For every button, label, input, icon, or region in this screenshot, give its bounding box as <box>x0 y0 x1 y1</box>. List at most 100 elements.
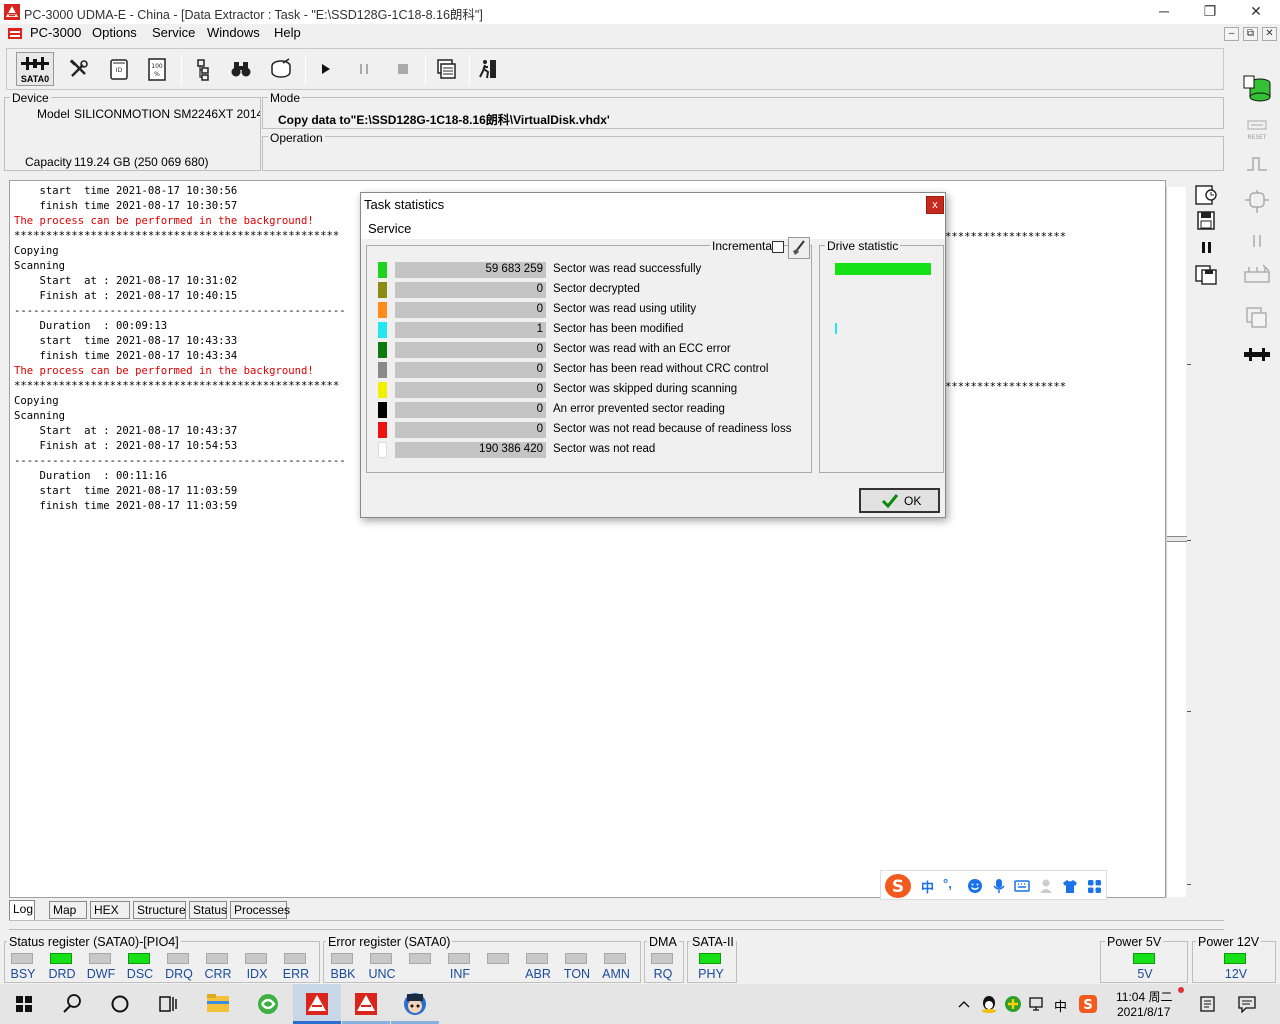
action-center-icon[interactable] <box>1237 995 1257 1014</box>
dialog-close-button[interactable]: x <box>926 196 944 214</box>
play-icon[interactable] <box>309 53 341 85</box>
qq-tray-icon[interactable] <box>979 994 999 1014</box>
file-explorer-icon[interactable] <box>194 984 242 1024</box>
statistic-color-swatch <box>378 262 387 278</box>
binoculars-icon[interactable] <box>225 53 257 85</box>
cable-connector-icon[interactable] <box>1241 344 1273 366</box>
mdi-minimize-button[interactable]: – <box>1224 27 1239 41</box>
clock-date[interactable]: 2021/8/17 <box>1117 1005 1170 1019</box>
log-vertical-scrollbar[interactable] <box>1166 187 1191 897</box>
pc3000-menu-icon[interactable] <box>7 26 23 41</box>
ok-button[interactable]: OK <box>859 488 940 513</box>
sogou-logo-icon[interactable]: S <box>884 873 912 899</box>
device-tree-icon[interactable] <box>187 53 219 85</box>
disk-drive-icon[interactable] <box>265 53 297 85</box>
log-line: Scanning <box>14 260 66 272</box>
log-line: finish time 2021-08-17 11:03:59 <box>14 500 238 512</box>
task-view-icon[interactable] <box>144 984 192 1024</box>
cortana-icon[interactable] <box>96 984 144 1024</box>
statistic-label: Sector was read using utility <box>553 303 697 315</box>
taskbar-pc3000-active[interactable] <box>293 984 341 1024</box>
keyboard-icon[interactable] <box>1014 879 1030 893</box>
exit-icon[interactable] <box>472 53 504 85</box>
statistic-value-box: 0 <box>395 402 546 418</box>
incremental-checkbox[interactable] <box>772 241 784 253</box>
log-line: ****************************************… <box>14 230 340 242</box>
skin-shirt-icon[interactable] <box>1062 878 1078 894</box>
toolbox-grid-icon[interactable] <box>1087 879 1102 894</box>
menu-help[interactable]: Help <box>274 25 301 40</box>
id-scroll-icon[interactable]: ID <box>103 53 135 85</box>
tab-log[interactable]: Log <box>9 900 35 920</box>
statistic-color-swatch <box>378 302 387 318</box>
statistic-color-swatch <box>378 342 387 358</box>
restore-button[interactable]: ❐ <box>1187 0 1233 24</box>
user-icon[interactable] <box>1039 878 1053 894</box>
save-as-icon[interactable] <box>1191 262 1221 286</box>
floppy-save-icon[interactable] <box>1191 209 1221 233</box>
ime-language-indicator[interactable]: 中 <box>1054 996 1067 1015</box>
pc3000-app-icon[interactable] <box>4 4 20 20</box>
search-icon[interactable] <box>48 984 96 1024</box>
dialog-menu-service[interactable]: Service <box>368 221 411 236</box>
windows-cascade-icon[interactable] <box>430 53 462 85</box>
menu-pc3000[interactable]: PC-3000 <box>30 25 81 40</box>
browser-360-icon[interactable] <box>244 984 292 1024</box>
emoji-icon[interactable] <box>967 878 983 894</box>
save-log-icon[interactable] <box>1191 183 1221 207</box>
error-register-label: Error register (SATA0) <box>326 935 453 949</box>
pause-log-icon[interactable] <box>1191 236 1221 260</box>
tab-structure[interactable]: Structure <box>133 901 186 919</box>
mdi-close-button[interactable]: ✕ <box>1262 27 1277 41</box>
operation-group <box>262 136 1224 171</box>
notes-tray-icon[interactable] <box>1198 995 1218 1013</box>
taskbar-avatar-app[interactable] <box>391 984 439 1024</box>
svg-text:100: 100 <box>151 63 163 70</box>
pause-icon <box>348 53 380 85</box>
menu-service[interactable]: Service <box>152 25 195 40</box>
dialog-menu-bar <box>361 217 945 239</box>
sogou-tray-icon[interactable]: S <box>1078 994 1098 1014</box>
taskbar-pc3000-2[interactable] <box>342 984 390 1024</box>
percent-test-icon[interactable]: 100% <box>141 53 173 85</box>
green-plus-tray-icon[interactable] <box>1003 994 1023 1014</box>
scroll-thumb[interactable] <box>1167 536 1187 542</box>
model-value: SILICONMOTION SM2246XT 2014112 <box>74 107 260 121</box>
mdi-restore-button[interactable]: ⧉ <box>1243 27 1258 41</box>
toolbar-separator <box>305 55 306 85</box>
ime-punctuation[interactable]: °, <box>943 876 952 891</box>
menu-windows[interactable]: Windows <box>207 25 260 40</box>
statistic-label: Sector was read with an ECC error <box>553 343 731 355</box>
ime-chinese-mode[interactable]: 中 <box>921 877 934 896</box>
statistic-value-box: 0 <box>395 422 546 438</box>
close-button[interactable]: ✕ <box>1233 0 1279 24</box>
windows-start-icon[interactable] <box>0 984 48 1024</box>
microphone-icon[interactable] <box>992 878 1006 894</box>
svg-text:S: S <box>1083 998 1092 1013</box>
tab-map[interactable]: Map <box>49 901 87 919</box>
clear-statistics-button[interactable] <box>788 237 810 259</box>
sata0-port-button[interactable]: SATA0 <box>16 52 54 86</box>
statistic-value: 0 <box>536 423 543 435</box>
menu-options[interactable]: Options <box>92 25 137 40</box>
tools-icon[interactable] <box>63 53 95 85</box>
brush-icon <box>793 240 805 255</box>
tray-overflow-chevron-icon[interactable] <box>956 996 972 1012</box>
clock-time[interactable]: 11:04 周二 <box>1116 988 1172 1005</box>
drive-statistic-label: Drive statistic <box>825 239 901 253</box>
tab-processes[interactable]: Processes <box>230 901 290 919</box>
capacity-caption: Capacity <box>25 155 72 169</box>
statistic-label: Sector was read successfully <box>553 263 702 275</box>
statistic-value-box: 190 386 420 <box>395 442 546 458</box>
log-line: ----------------------------------------… <box>14 455 346 467</box>
log-line: finish time 2021-08-17 10:30:57 <box>14 200 238 212</box>
tab-hex[interactable]: HEX <box>90 901 130 919</box>
sata2-label: SATA-II <box>690 935 736 949</box>
statistic-value-box: 0 <box>395 382 546 398</box>
minimize-button[interactable]: ─ <box>1141 0 1187 24</box>
horizontal-scrollbar[interactable] <box>9 920 1224 930</box>
network-tray-icon[interactable] <box>1027 995 1047 1013</box>
hdd-power-green-icon[interactable] <box>1240 72 1274 106</box>
tab-status[interactable]: Status <box>189 901 227 919</box>
statistic-value: 0 <box>536 283 543 295</box>
